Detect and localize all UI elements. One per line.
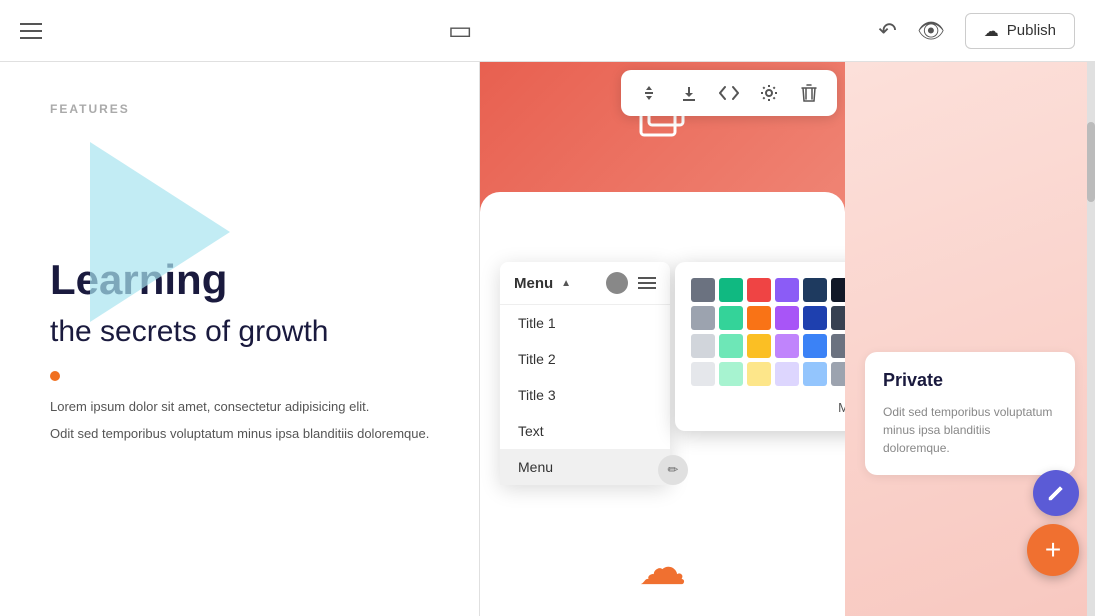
dropdown-header: Menu ▲ [500,262,670,305]
code-button[interactable] [709,73,749,113]
color-cell[interactable] [831,278,845,302]
topbar-right: ↶ 👁 ☁ Publish [878,13,1075,49]
color-cell[interactable] [831,306,845,330]
color-cell[interactable] [691,306,715,330]
add-fab-button[interactable]: + [1027,524,1079,576]
color-cell[interactable] [775,306,799,330]
color-cell[interactable] [831,362,845,386]
move-up-down-button[interactable] [629,73,669,113]
publish-button[interactable]: ☁ Publish [965,13,1075,49]
color-cell[interactable] [803,362,827,386]
color-cell[interactable] [747,362,771,386]
color-cell[interactable] [747,334,771,358]
color-picker: More > [675,262,845,431]
color-dot-icon[interactable] [606,272,628,294]
dropdown-item-title3[interactable]: Title 3 [500,377,670,413]
publish-label: Publish [1007,22,1056,39]
topbar: ▭ ↶ 👁 ☁ Publish [0,0,1095,62]
dropdown-item-title1[interactable]: Title 1 [500,305,670,341]
color-grid [691,278,845,386]
plus-icon: + [1045,536,1061,564]
color-cell[interactable] [691,278,715,302]
private-text: Odit sed temporibus voluptatum minus ips… [883,403,1057,457]
color-cell[interactable] [803,306,827,330]
left-panel: FEATURES Learning the secrets of growth … [0,62,480,616]
main-area: FEATURES Learning the secrets of growth … [0,62,1095,616]
dropdown-item-menu[interactable]: Menu ✏ [500,449,670,485]
dropdown-header-left: Menu ▲ [514,275,571,292]
body-text-2: Odit sed temporibus voluptatum minus ips… [50,424,439,445]
topbar-left [20,23,42,39]
color-cell[interactable] [719,278,743,302]
private-title: Private [883,370,1057,391]
element-toolbar [621,70,837,116]
right-content: Private Odit sed temporibus voluptatum m… [845,62,1095,495]
dropdown-menu: Menu ▲ Title 1 Title 2 Title 3 Text Menu… [500,262,670,485]
triangle-decoration [90,142,230,322]
color-cell[interactable] [719,334,743,358]
more-colors-link[interactable]: More > [691,400,845,415]
dropdown-item-title2[interactable]: Title 2 [500,341,670,377]
menu-label: Menu [514,275,553,292]
color-cell[interactable] [775,334,799,358]
color-cell[interactable] [747,306,771,330]
color-cell[interactable] [747,278,771,302]
color-cell[interactable] [831,334,845,358]
color-cell[interactable] [775,362,799,386]
body-text-1: Lorem ipsum dolor sit amet, consectetur … [50,397,439,418]
private-card: Private Odit sed temporibus voluptatum m… [865,352,1075,475]
orange-dot-decoration [50,371,60,381]
left-content: FEATURES Learning the secrets of growth … [0,62,479,485]
color-cell[interactable] [691,362,715,386]
hamburger-menu-icon[interactable] [20,23,42,39]
publish-cloud-icon: ☁ [984,22,999,40]
dropdown-item-text[interactable]: Text [500,413,670,449]
undo-icon[interactable]: ↶ [878,18,896,44]
color-cell[interactable] [719,362,743,386]
caret-icon: ▲ [561,278,571,289]
color-cell[interactable] [719,306,743,330]
preview-eye-icon[interactable]: 👁 [917,18,945,44]
cloud-bottom-icon: ☁ [639,540,687,596]
color-cell[interactable] [775,278,799,302]
delete-button[interactable] [789,73,829,113]
edit-fab-button[interactable] [1033,470,1079,516]
mobile-preview-icon[interactable]: ▭ [448,15,473,46]
features-label: FEATURES [50,102,439,116]
dropdown-header-icons [606,272,656,294]
align-icon[interactable] [638,277,656,289]
color-cell[interactable] [691,334,715,358]
pencil-icon: ✏ [658,455,688,485]
topbar-center: ▭ [448,15,473,46]
color-cell[interactable] [803,278,827,302]
color-cell[interactable] [803,334,827,358]
center-panel: ☁ Menu ▲ [480,62,845,616]
settings-button[interactable] [749,73,789,113]
download-button[interactable] [669,73,709,113]
